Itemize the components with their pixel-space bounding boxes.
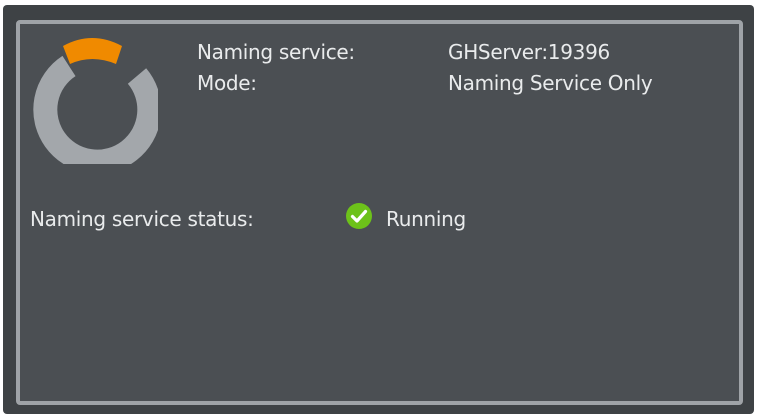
logo-accent — [63, 38, 122, 64]
logo-ring — [33, 55, 158, 164]
mode-label: Mode: — [197, 71, 257, 95]
status-value: Running — [386, 207, 466, 231]
check-circle-icon — [346, 203, 372, 229]
naming-service-value: GHServer:19396 — [448, 40, 610, 64]
status-label: Naming service status: — [30, 207, 254, 231]
service-logo-icon — [33, 38, 158, 164]
naming-service-label: Naming service: — [197, 40, 355, 64]
mode-value: Naming Service Only — [448, 71, 653, 95]
